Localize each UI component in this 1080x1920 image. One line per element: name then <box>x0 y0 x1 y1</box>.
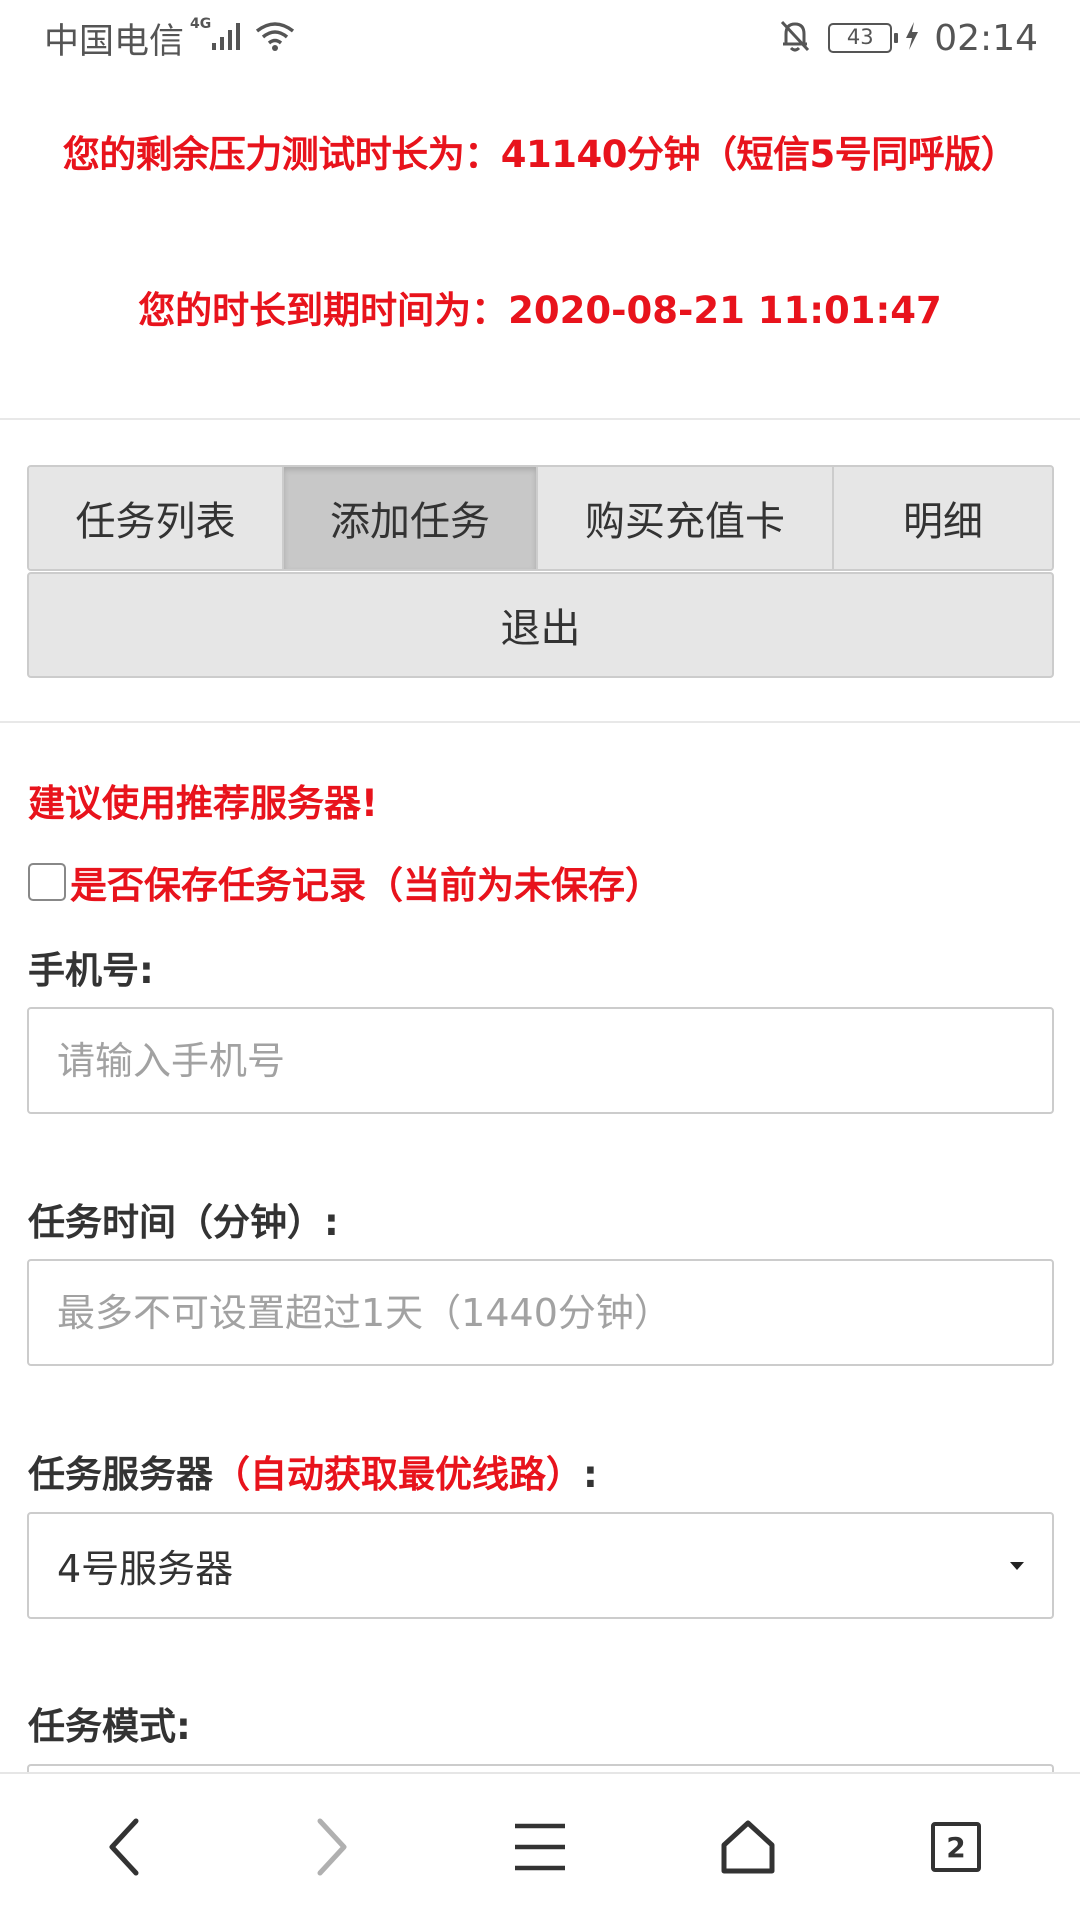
menu-icon[interactable] <box>480 1787 600 1907</box>
phone-input[interactable] <box>27 1007 1054 1114</box>
tab-task-list[interactable]: 任务列表 <box>29 467 284 569</box>
carrier-name: 中国电信 <box>44 21 185 62</box>
status-time: 02:14 <box>934 17 1038 59</box>
server-select-value: 4号服务器 <box>57 1547 234 1591</box>
expire-time-banner: 您的时长到期时间为：2020-08-21 11:01:47 <box>138 289 942 332</box>
tab-count: 2 <box>931 1822 981 1872</box>
signal-icon <box>211 21 245 55</box>
charging-icon <box>904 21 920 55</box>
logout-button[interactable]: 退出 <box>27 572 1054 678</box>
screen: 中国电信 4G 43 02:14 您的剩余压力测试时长为：41140分钟（短信5… <box>0 0 1080 1920</box>
status-right: 43 02:14 <box>778 18 1038 59</box>
battery-icon: 43 <box>828 23 899 53</box>
status-bar: 中国电信 4G 43 02:14 <box>0 0 1080 76</box>
tab-buy-card[interactable]: 购买充值卡 <box>538 467 834 569</box>
home-icon[interactable] <box>688 1787 808 1907</box>
server-label-hint: （自动获取最优线路） <box>213 1453 583 1496</box>
remaining-time-banner: 您的剩余压力测试时长为：41140分钟（短信5号同呼版） <box>62 133 1018 176</box>
server-label: 任务服务器（自动获取最优线路）: <box>28 1444 598 1498</box>
mode-label: 任务模式: <box>28 1705 191 1748</box>
save-record-row: 是否保存任务记录（当前为未保存） <box>28 855 662 909</box>
tab-details[interactable]: 明细 <box>834 467 1052 569</box>
nav-tabs: 任务列表 添加任务 购买充值卡 明细 <box>27 465 1054 571</box>
save-record-checkbox[interactable] <box>28 863 66 901</box>
tabs-icon[interactable]: 2 <box>896 1787 1016 1907</box>
phone-label: 手机号: <box>28 949 154 992</box>
forward-icon[interactable] <box>272 1787 392 1907</box>
divider <box>0 418 1080 420</box>
recommend-server-tip: 建议使用推荐服务器! <box>28 782 378 825</box>
tab-add-task[interactable]: 添加任务 <box>284 467 538 569</box>
back-icon[interactable] <box>64 1787 184 1907</box>
divider <box>0 721 1080 723</box>
wifi-icon <box>253 19 297 57</box>
duration-label: 任务时间（分钟）: <box>28 1201 339 1244</box>
status-left: 中国电信 4G <box>44 13 297 64</box>
server-select[interactable]: 4号服务器 <box>27 1512 1054 1619</box>
server-label-suffix: : <box>583 1453 598 1496</box>
duration-input[interactable] <box>27 1259 1054 1366</box>
mute-notification-icon <box>778 18 812 58</box>
dropdown-caret-icon <box>1010 1561 1024 1570</box>
server-label-text: 任务服务器 <box>28 1453 213 1496</box>
browser-toolbar: 2 <box>0 1772 1080 1920</box>
network-type: 4G <box>190 16 212 32</box>
save-record-label[interactable]: 是否保存任务记录（当前为未保存） <box>70 855 662 909</box>
